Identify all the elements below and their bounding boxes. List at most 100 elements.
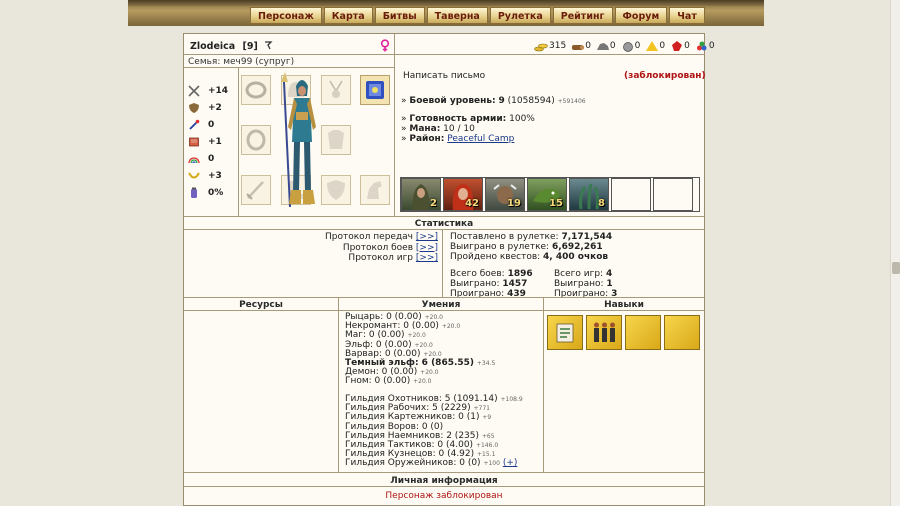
guild-plus-link[interactable]: (+) — [503, 458, 518, 468]
roulette-won: Выиграно в рулетке: 6,692,261 — [450, 242, 603, 252]
game-stats: Всего игр: 4 Выиграно: 1 Проиграно: 3 — [554, 269, 618, 299]
nav-forum[interactable]: Форум — [614, 7, 668, 24]
protocol-games-link[interactable]: [>>] — [416, 253, 438, 263]
stat-attack: +14 — [188, 83, 236, 98]
scrollbar-thumb[interactable] — [892, 262, 900, 274]
page-scrollbar[interactable] — [890, 0, 900, 506]
potion-icon — [191, 187, 197, 198]
shield-icon — [189, 102, 199, 113]
main-nav: Персонаж Карта Битвы Таверна Рулетка Рей… — [250, 7, 705, 24]
equip-slot-ring1[interactable] — [241, 75, 271, 105]
player-level: [9] — [242, 41, 258, 52]
nav-roulette[interactable]: Рулетка — [489, 7, 551, 24]
stat-defense: +2 — [188, 100, 236, 115]
army-unit-4[interactable]: 15 — [527, 178, 567, 211]
write-letter-link[interactable]: Написать письмо — [403, 71, 485, 81]
sulfur-icon — [646, 41, 659, 51]
character-panel: Zlodeica [9] 315 0 0 0 0 0 0 Семья: меч9… — [183, 33, 715, 506]
header-line — [184, 54, 704, 55]
nav-battles[interactable]: Битвы — [374, 7, 425, 24]
quests-done: Пройдено квестов: 4, 400 очков — [450, 252, 609, 262]
skills-title: Навыки — [604, 300, 644, 310]
top-frame-strip — [128, 0, 764, 6]
resources-title: Ресурсы — [239, 300, 283, 310]
district-link[interactable]: Peaceful Camp — [447, 134, 514, 144]
army-ready-line: » Готовность армии: 100% — [401, 114, 535, 124]
personal-info-title: Личная информация — [390, 476, 498, 486]
troops-skill-icon — [594, 322, 615, 342]
ore-icon — [596, 43, 609, 50]
protocol-battles: Протокол боев [>>] — [342, 242, 438, 253]
gems-resource: 0 — [695, 40, 715, 52]
nav-character[interactable]: Персонаж — [250, 7, 322, 24]
wood-resource: 0 — [571, 40, 591, 52]
nav-tavern[interactable]: Таверна — [426, 7, 488, 24]
protocols-list: Протокол передач [>>] Протокол боев [>>]… — [284, 232, 438, 264]
personal-top-line — [184, 472, 704, 473]
nav-chat[interactable]: Чат — [669, 7, 705, 24]
player-name[interactable]: Zlodeica — [190, 41, 235, 52]
equip-slot-weapon[interactable] — [241, 175, 271, 205]
equip-slot-mount[interactable] — [360, 175, 390, 205]
sword-icon — [246, 181, 264, 200]
family-info: Семья: меч99 (супруг) — [188, 57, 295, 67]
swords-icon — [188, 84, 200, 97]
mercury-resource: 0 — [621, 40, 640, 52]
army-unit-2[interactable]: 42 — [443, 178, 483, 211]
combat-level-line: » Боевой уровень: 9 (1058594) +591406 — [401, 96, 586, 106]
abilities-title: Умения — [421, 300, 461, 310]
character-avatar — [281, 72, 316, 208]
gold-icon — [534, 43, 548, 52]
statistics-top-line — [184, 216, 704, 217]
army-unit-empty-2[interactable] — [653, 178, 693, 211]
gems-icon — [696, 41, 707, 51]
protocol-games: Протокол игр [>>] — [348, 253, 438, 263]
clan-icon[interactable] — [263, 40, 273, 50]
header-divider — [394, 34, 395, 54]
sections-top-line — [184, 297, 704, 298]
equip-slot-book[interactable] — [360, 75, 390, 105]
amulet-icon — [329, 80, 343, 98]
gold-resource: 315 — [534, 40, 566, 52]
resources-bar: 315 0 0 0 0 0 0 — [534, 40, 720, 52]
mana-line: » Мана: 10 / 10 — [401, 124, 475, 134]
stat-initiative: 0% — [188, 185, 236, 200]
nav-rating[interactable]: Рейтинг — [552, 7, 613, 24]
district-line: » Район: Peaceful Camp — [401, 134, 515, 144]
protocol-transfers-link[interactable]: [>>] — [416, 232, 438, 242]
ring-icon — [245, 81, 267, 99]
statistics-divider — [442, 229, 443, 297]
abilities-list: Рыцарь: 0 (0.00) +20.0 Некромант: 0 (0.0… — [345, 312, 495, 387]
mercury-icon — [622, 42, 633, 52]
army-unit-3[interactable]: 19 — [485, 178, 525, 211]
horse-icon — [367, 181, 382, 199]
magic-book-icon — [366, 81, 384, 99]
character-blocked-note: Персонаж заблокирован — [385, 491, 503, 501]
protocol-battles-link[interactable]: [>>] — [416, 243, 438, 253]
skill-slot-3[interactable] — [625, 315, 661, 350]
skill-slot-1[interactable] — [547, 315, 583, 350]
roulette-stats: Поставлено в рулетке: 7,171,544 Выиграно… — [450, 232, 612, 262]
protocol-transfers: Протокол передач [>>] — [324, 232, 438, 242]
ring-icon-2 — [246, 129, 266, 151]
army-unit-5[interactable]: 8 — [569, 178, 609, 211]
ability-dwarf: Гном: 0 (0.00) +20.0 — [345, 376, 432, 387]
skill-slot-2[interactable] — [586, 315, 622, 350]
personal-header-line — [184, 486, 704, 487]
scroll-skill-icon — [556, 323, 574, 343]
equip-info-divider — [394, 55, 395, 216]
resources-divider — [338, 297, 339, 472]
stats-divider — [238, 68, 239, 216]
stat-luck: 0 — [188, 151, 236, 166]
skill-slot-4[interactable] — [664, 315, 700, 350]
stat-spellpower: 0 — [188, 117, 236, 132]
sections-header-line — [184, 310, 704, 311]
rainbow-icon — [188, 156, 200, 163]
army-unit-1[interactable]: 2 — [401, 178, 441, 211]
guilds-list: Гильдия Охотников: 5 (1091.14) +108.9 Ги… — [345, 394, 523, 469]
stat-morale: +3 — [188, 168, 236, 183]
army-unit-empty-1[interactable] — [611, 178, 651, 211]
equip-slot-ring2[interactable] — [241, 125, 271, 155]
horseshoe-icon — [188, 171, 200, 178]
nav-map[interactable]: Карта — [323, 7, 373, 24]
